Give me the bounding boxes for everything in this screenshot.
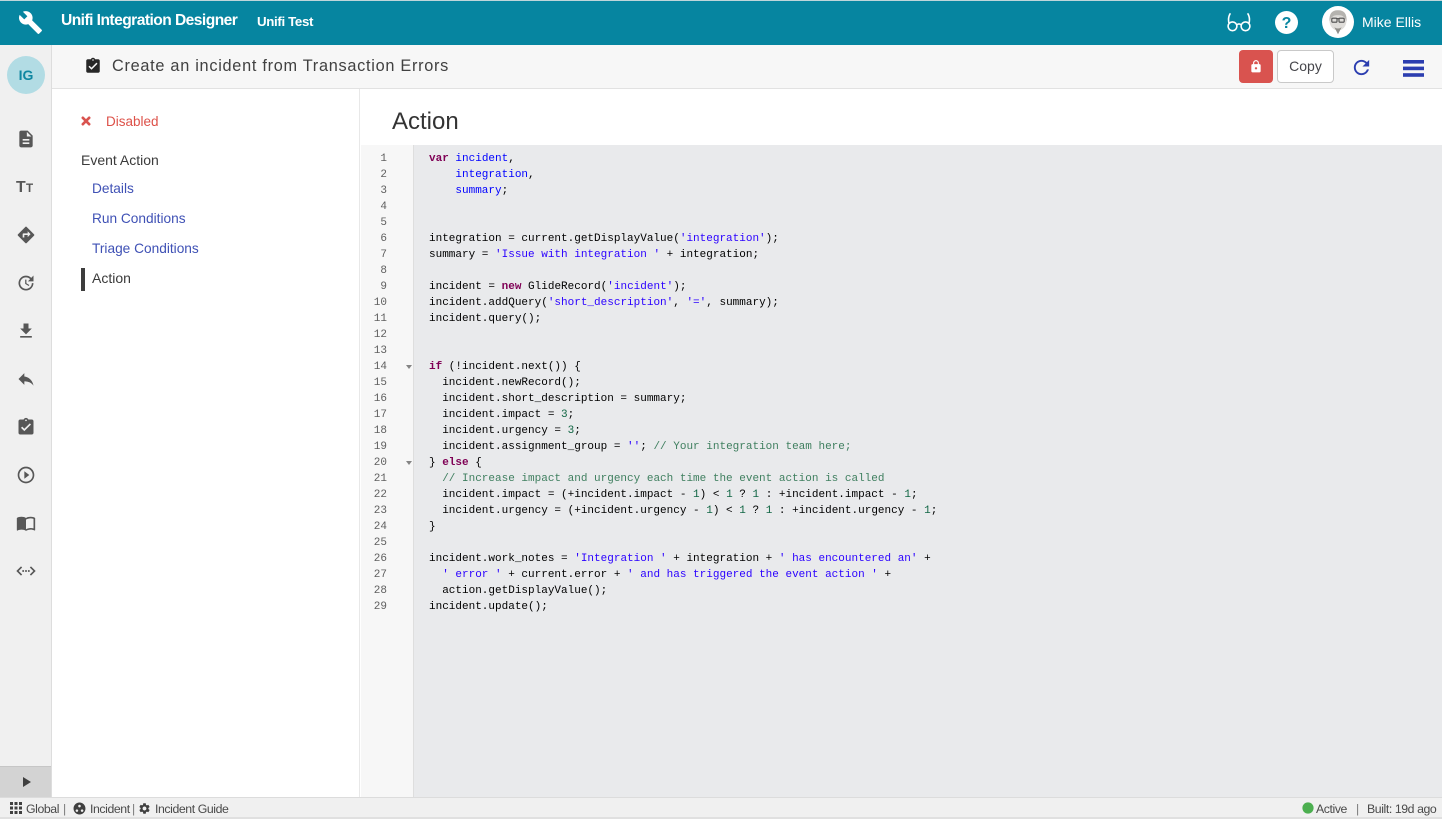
svg-text:T: T [26,182,33,195]
svg-text:?: ? [1282,15,1292,32]
svg-text:T: T [16,179,26,196]
